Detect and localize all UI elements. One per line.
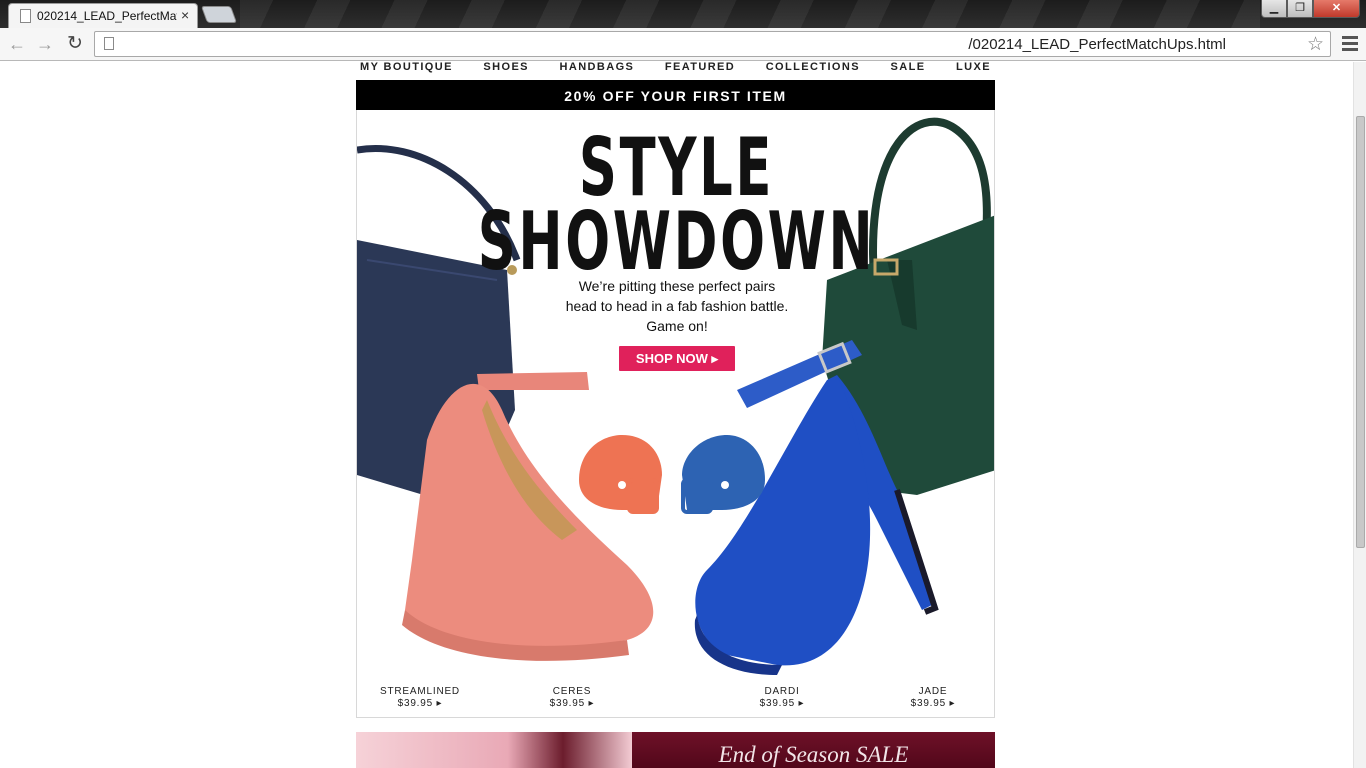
coral-wedge-shoe-image <box>402 372 654 661</box>
intro-copy: We’re pitting these perfect pairs head t… <box>527 276 827 336</box>
product-price[interactable]: $39.95 ▸ <box>878 698 988 710</box>
nav-featured[interactable]: FEATURED <box>665 61 735 80</box>
end-of-season-sale-banner[interactable]: End of Season SALE <box>632 732 995 768</box>
nav-shoes[interactable]: SHOES <box>483 61 529 80</box>
intro-line-3: Game on! <box>646 318 708 334</box>
nav-sale[interactable]: SALE <box>891 61 926 80</box>
minimize-button[interactable]: ▁ <box>1261 0 1287 18</box>
url-text[interactable]: /020214_LEAD_PerfectMatchUps.html <box>968 36 1226 53</box>
hero-banner[interactable]: STYLE SHOWDOWN We’re pitting these perfe… <box>356 110 995 718</box>
product-caption-ceres[interactable]: CERES $39.95 ▸ <box>517 686 627 710</box>
nav-collections[interactable]: COLLECTIONS <box>766 61 860 80</box>
titlebar-background <box>240 0 1260 28</box>
maximize-button[interactable]: ❐ <box>1287 0 1313 18</box>
scrollbar-thumb[interactable] <box>1356 116 1365 548</box>
product-price[interactable]: $39.95 ▸ <box>365 698 475 710</box>
product-name: STREAMLINED <box>380 686 460 697</box>
new-tab-button[interactable] <box>200 6 238 23</box>
headline-showdown: SHOWDOWN <box>477 195 876 288</box>
browser-tab[interactable]: 020214_LEAD_PerfectMatc × <box>8 3 198 28</box>
blue-helmet-icon <box>681 435 765 514</box>
product-name: JADE <box>918 686 948 697</box>
product-caption-jade[interactable]: JADE $39.95 ▸ <box>878 686 988 710</box>
intro-line-2: head to head in a fab fashion battle. <box>565 298 789 314</box>
product-name: CERES <box>552 686 592 697</box>
reload-icon[interactable]: ↻ <box>64 33 86 55</box>
intro-line-1: We’re pitting these perfect pairs <box>578 278 776 294</box>
coral-helmet-icon <box>579 435 662 514</box>
bookmark-star-icon[interactable]: ☆ <box>1307 33 1324 56</box>
product-price[interactable]: $39.95 ▸ <box>517 698 627 710</box>
tab-close-icon[interactable]: × <box>181 7 189 23</box>
product-name: DARDI <box>764 686 800 697</box>
sale-banner-text: End of Season SALE <box>718 742 909 767</box>
shop-now-button[interactable]: SHOP NOW ▸ <box>619 346 735 371</box>
forward-arrow-icon[interactable]: → <box>34 33 56 55</box>
promo-banner[interactable]: 20% OFF YOUR FIRST ITEM <box>356 80 995 110</box>
product-caption-streamlined[interactable]: STREAMLINED $39.95 ▸ <box>365 686 475 710</box>
product-caption-dardi[interactable]: DARDI $39.95 ▸ <box>727 686 837 710</box>
product-price[interactable]: $39.95 ▸ <box>727 698 837 710</box>
top-navigation: MY BOUTIQUE SHOES HANDBAGS FEATURED COLL… <box>356 61 995 80</box>
page-icon <box>104 37 114 50</box>
next-banner-image[interactable] <box>356 732 632 768</box>
address-bar[interactable]: /020214_LEAD_PerfectMatchUps.html ☆ <box>94 31 1331 57</box>
vertical-scrollbar[interactable] <box>1353 62 1366 768</box>
tab-title: 020214_LEAD_PerfectMatc <box>37 9 177 23</box>
browser-toolbar: ← → ↻ /020214_LEAD_PerfectMatchUps.html … <box>0 28 1366 61</box>
back-arrow-icon[interactable]: ← <box>6 33 28 55</box>
close-window-button[interactable]: ✕ <box>1313 0 1360 18</box>
nav-handbags[interactable]: HANDBAGS <box>560 61 635 80</box>
window-titlebar: 020214_LEAD_PerfectMatc × ▁ ❐ ✕ <box>0 0 1366 28</box>
browser-menu-icon[interactable] <box>1340 34 1360 54</box>
page-icon <box>20 9 31 23</box>
nav-luxe[interactable]: LUXE <box>956 61 991 80</box>
nav-my-boutique[interactable]: MY BOUTIQUE <box>360 61 453 80</box>
